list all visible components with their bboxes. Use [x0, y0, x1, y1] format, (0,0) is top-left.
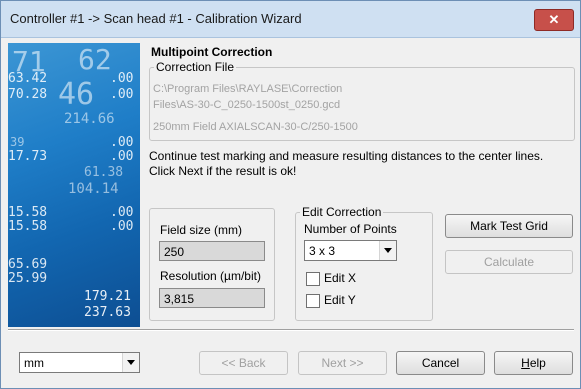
cancel-label: Cancel [421, 356, 460, 370]
resolution-input[interactable]: 3,815 [159, 288, 265, 308]
mark-test-grid-button[interactable]: Mark Test Grid [445, 214, 573, 238]
side-number: 214.66 [64, 111, 115, 127]
side-number: 70.28 [8, 87, 48, 102]
field-size-input[interactable]: 250 [159, 241, 265, 261]
edit-y-label[interactable]: Edit Y [324, 293, 356, 307]
correction-file-path-line1: C:\Program Files\RAYLASE\Correction [153, 83, 343, 95]
side-number: 61.38 [84, 165, 124, 180]
next-label: Next >> [321, 356, 364, 370]
unit-value: mm [24, 356, 44, 370]
window-title: Controller #1 -> Scan head #1 - Calibrat… [10, 11, 302, 26]
edit-y-checkbox[interactable] [306, 294, 320, 308]
side-number: 237.63 [84, 305, 131, 320]
side-number: 63.42 [8, 71, 48, 86]
side-number: 65.69 [8, 257, 48, 272]
page-heading: Multipoint Correction [151, 45, 273, 59]
side-number: 17.73 [8, 149, 48, 164]
cancel-button[interactable]: Cancel [396, 351, 485, 375]
chevron-down-icon[interactable] [122, 353, 139, 372]
close-button[interactable]: ✕ [534, 9, 574, 31]
unit-select[interactable]: mm [19, 352, 140, 373]
help-accelerator: H [521, 356, 530, 370]
correction-file-path-line2: Files\AS-30-C_0250-1500st_0250.gcd [153, 99, 341, 111]
side-number: .00 [110, 219, 134, 234]
calibration-wizard-window: Controller #1 -> Scan head #1 - Calibrat… [0, 0, 581, 389]
chevron-down-icon[interactable] [379, 241, 396, 260]
footer-separator [8, 329, 574, 331]
correction-file-legend: Correction File [154, 60, 237, 74]
edit-correction-legend: Edit Correction [300, 205, 384, 219]
edit-x-checkbox[interactable] [306, 272, 320, 286]
help-button[interactable]: Help [494, 351, 573, 375]
resolution-value: 3,815 [164, 292, 195, 306]
side-number: .00 [110, 135, 134, 150]
side-number: 179.21 [84, 289, 131, 304]
correction-file-group: Correction File C:\Program Files\RAYLASE… [149, 60, 575, 141]
side-number: 15.58 [8, 219, 48, 234]
back-label: << Back [221, 356, 266, 370]
number-of-points-value: 3 x 3 [309, 244, 336, 258]
side-number: .00 [110, 87, 134, 102]
mark-test-grid-label: Mark Test Grid [470, 219, 548, 233]
close-icon: ✕ [548, 12, 560, 27]
help-label: elp [529, 356, 546, 370]
edit-x-label[interactable]: Edit X [324, 271, 356, 285]
calculate-button[interactable]: Calculate [445, 250, 573, 274]
instruction-line-2: Click Next if the result is ok! [149, 164, 297, 178]
field-size-value: 250 [164, 245, 185, 259]
instruction-text: Continue test marking and measure result… [149, 149, 579, 179]
next-button[interactable]: Next >> [298, 351, 387, 375]
side-number: 39 [10, 135, 25, 149]
side-number: .00 [110, 71, 134, 86]
side-number: 46 [58, 77, 95, 112]
side-number: 25.99 [8, 271, 48, 286]
number-of-points-select[interactable]: 3 x 3 [304, 240, 397, 261]
calculate-label: Calculate [483, 255, 535, 269]
number-of-points-label: Number of Points [304, 222, 397, 236]
side-number: .00 [110, 149, 134, 164]
resolution-label: Resolution (µm/bit) [160, 269, 261, 283]
title-bar[interactable]: Controller #1 -> Scan head #1 - Calibrat… [1, 1, 580, 38]
side-number: 62 [78, 43, 112, 76]
instruction-line-1: Continue test marking and measure result… [149, 149, 544, 163]
correction-file-description: 250mm Field AXIALSCAN-30-C/250-1500 [153, 121, 358, 133]
side-number: 15.58 [8, 205, 48, 220]
back-button[interactable]: << Back [199, 351, 288, 375]
wizard-side-image: 71 62 63.42 .00 70.28 46 .00 214.66 39 .… [8, 43, 140, 327]
side-number: .00 [110, 205, 134, 220]
side-number: 104.14 [68, 181, 119, 197]
field-size-label: Field size (mm) [160, 223, 243, 237]
